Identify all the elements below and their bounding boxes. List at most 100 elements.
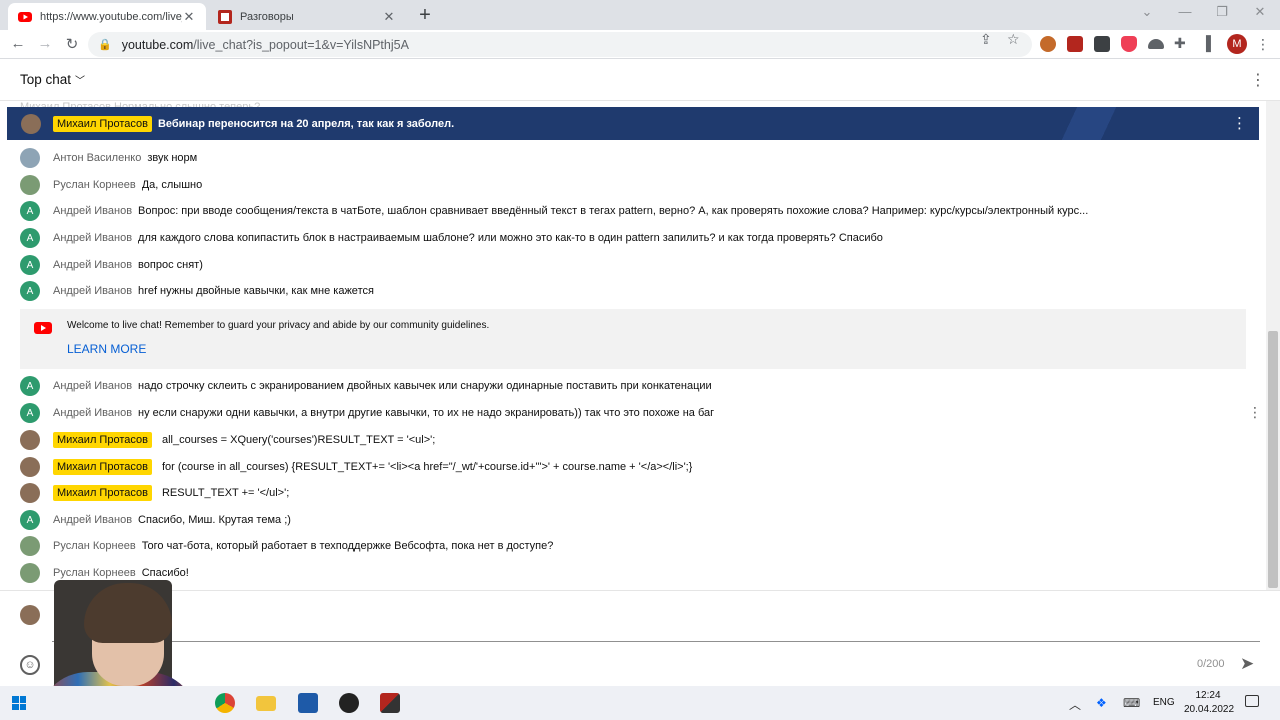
keyboard-icon[interactable]: ⌨ [1123,696,1140,710]
bookmark-star-icon[interactable]: ☆ [1007,31,1020,48]
avatar[interactable]: A [20,281,40,301]
chat-mode-dropdown[interactable]: Top chat ﹀ [20,72,85,87]
author-name[interactable]: Андрей Иванов [53,232,132,244]
author-name[interactable]: Руслан Корнеев [53,567,136,579]
clock-time: 12:24 [1195,690,1221,701]
author-name[interactable]: Андрей Иванов [53,259,132,271]
dropbox-icon[interactable]: ❖ [1096,696,1107,710]
pinned-message-banner[interactable]: Михаил Протасов Вебинар переносится на 2… [7,107,1259,140]
extension-1-icon[interactable] [1040,36,1056,52]
youtube-logo-icon [34,322,52,334]
author-name[interactable]: Андрей Иванов [53,407,132,419]
chrome-taskbar-icon[interactable] [215,693,235,713]
windows-taskbar: ︿ ❖ ⌨ ENG 12:24 20.04.2022 [0,686,1280,720]
message-text: Спасибо! [141,567,189,579]
owner-author-badge[interactable]: Михаил Протасов [53,432,152,448]
app-taskbar-icon[interactable] [298,693,318,713]
tab-close-icon[interactable]: ✕ [182,9,196,25]
chat-menu-icon[interactable]: ⋮ [1250,70,1266,90]
tray-overflow-chevron-icon[interactable]: ︿ [1069,696,1081,713]
extensions-puzzle-icon[interactable]: ✚ [1174,35,1186,52]
message-text: RESULT_TEXT += '</ul>'; [161,487,290,499]
welcome-notice: Welcome to live chat! Remember to guard … [20,309,1246,369]
lock-icon[interactable]: 🔒 [98,38,112,51]
avatar[interactable] [20,430,40,450]
tab-youtube-live-chat[interactable]: https://www.youtube.com/live_chat?is_pop… [8,3,206,30]
avatar[interactable]: A [20,255,40,275]
chat-message: A Андрей Иванов вопрос снят) [20,252,1265,278]
youtube-favicon-icon [18,11,32,22]
owner-author-badge[interactable]: Михаил Протасов [53,459,152,475]
conversations-taskbar-icon[interactable] [380,693,400,713]
profile-avatar[interactable]: M [1227,34,1247,54]
chat-message: A Андрей Иванов ну если снаружи одни кав… [20,400,1265,426]
chat-message-input[interactable] [52,641,1260,642]
author-name[interactable]: Андрей Иванов [53,380,132,392]
tab-search-chevron-icon[interactable]: ⌄ [1132,4,1162,20]
close-window-button[interactable]: ✕ [1245,4,1275,20]
browser-menu-icon[interactable]: ⋮ [1256,35,1270,53]
chat-message: A Андрей Иванов надо строчку склеить с э… [20,373,1265,399]
avatar[interactable] [20,483,40,503]
message-text: для каждого слова копипастить блок в нас… [138,232,883,244]
avatar[interactable] [20,457,40,477]
notification-center-icon[interactable] [1245,695,1259,707]
extension-5-icon[interactable] [1148,39,1164,49]
avatar[interactable]: A [20,403,40,423]
learn-more-link[interactable]: LEARN MORE [67,342,146,356]
avatar[interactable] [20,148,40,168]
forward-button[interactable]: → [35,35,55,52]
owner-author-badge[interactable]: Михаил Протасов [53,485,152,501]
avatar[interactable] [21,113,41,134]
extension-2-icon[interactable] [1067,36,1083,52]
maximize-button[interactable]: ❐ [1207,4,1237,20]
tab-title: https://www.youtube.com/live_chat?is_pop… [40,10,182,23]
message-text: all_courses = XQuery('courses')RESULT_TE… [161,434,436,446]
author-name[interactable]: Андрей Иванов [53,285,132,297]
chat-mode-label: Top chat [20,72,72,87]
new-tab-button[interactable]: + [414,4,436,27]
browser-toolbar: ← → ↻ 🔒 youtube.com/live_chat?is_popout=… [0,30,1280,59]
recorder-taskbar-icon[interactable] [339,693,359,713]
side-panel-icon[interactable]: ▐ [1201,35,1211,51]
scrollbar-thumb[interactable] [1268,331,1278,588]
address-bar[interactable]: 🔒 youtube.com/live_chat?is_popout=1&v=Yi… [88,32,1032,57]
file-explorer-icon[interactable] [256,696,276,711]
welcome-text: Welcome to live chat! Remember to guard … [67,320,490,331]
owner-author-badge[interactable]: Михаил Протасов [53,115,152,132]
avatar[interactable]: A [20,376,40,396]
author-name[interactable]: Антон Василенко [53,152,141,164]
chevron-down-icon: ﹀ [75,76,86,87]
tab-conversations[interactable]: Разговоры ✕ [208,3,406,30]
author-name[interactable]: Андрей Иванов [53,514,132,526]
chat-message: Михаил Протасов RESULT_TEXT += '</ul>'; [20,480,1265,506]
author-name[interactable]: Руслан Корнеев [53,179,136,191]
chat-message: A Андрей Иванов для каждого слова копипа… [20,225,1265,251]
avatar[interactable] [20,536,40,556]
chat-scrollbar[interactable] [1266,101,1280,590]
reload-button[interactable]: ↻ [62,35,82,53]
chat-message: Руслан Корнеев Того чат-бота, который ра… [20,533,1265,559]
send-icon[interactable]: ➤ [1240,654,1254,674]
message-menu-icon[interactable]: ⋮ [1248,404,1262,421]
chat-message-list[interactable]: Антон Василенко звук норм Руслан Корнеев… [0,145,1265,590]
chat-message: Михаил Протасов for (course in all_cours… [20,454,1265,480]
windows-start-icon[interactable] [12,696,26,710]
avatar[interactable]: A [20,201,40,221]
share-icon[interactable]: ⇪ [980,31,992,48]
taskbar-clock[interactable]: 12:24 20.04.2022 [1184,689,1234,717]
chat-message: Руслан Корнеев Спасибо! [20,560,1265,586]
message-text: вопрос снят) [138,259,203,271]
avatar[interactable] [20,175,40,195]
back-button[interactable]: ← [8,35,28,52]
language-indicator[interactable]: ENG [1153,697,1175,708]
pinned-menu-icon[interactable]: ⋮ [1232,114,1247,132]
extension-3-icon[interactable] [1094,36,1110,52]
author-name[interactable]: Андрей Иванов [53,205,132,217]
pocket-icon[interactable] [1121,36,1137,52]
minimize-button[interactable]: — [1170,4,1200,19]
author-name[interactable]: Руслан Корнеев [53,540,136,552]
avatar[interactable]: A [20,228,40,248]
tab-close-icon[interactable]: ✕ [382,9,396,25]
avatar[interactable]: A [20,510,40,530]
